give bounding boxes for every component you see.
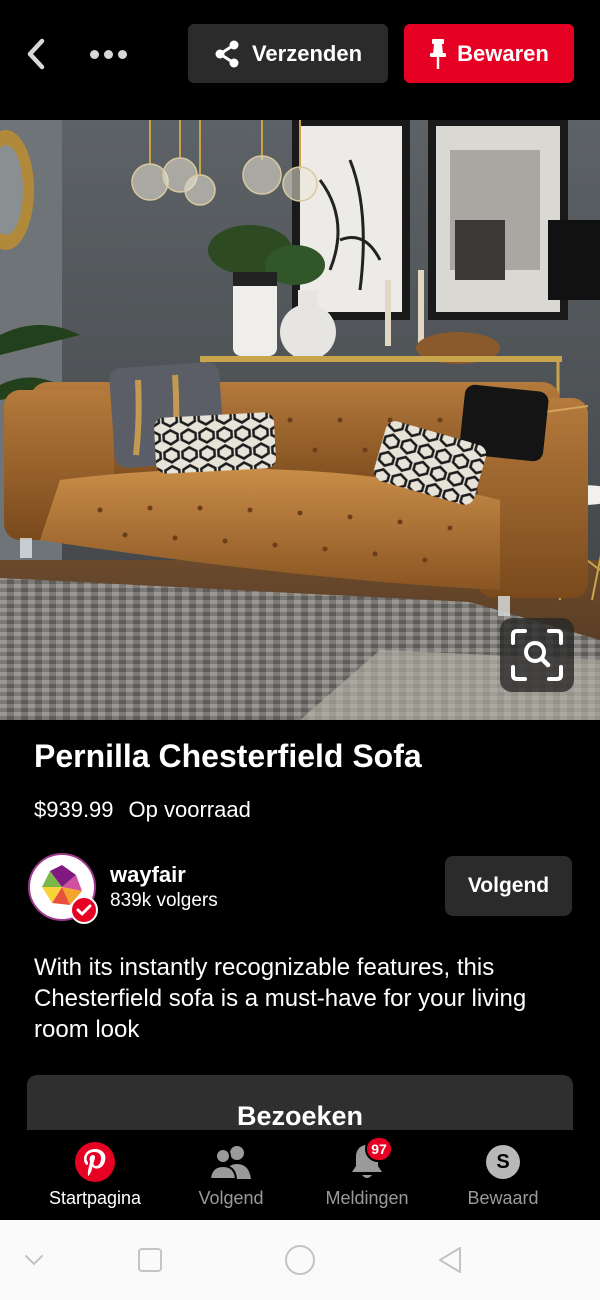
nav-saved-label: Bewaard — [467, 1188, 539, 1208]
price-row: $939.99 Op voorraad — [34, 797, 251, 823]
circle-icon — [285, 1245, 315, 1275]
stock-status: Op voorraad — [128, 797, 251, 822]
price: $939.99 — [34, 797, 114, 822]
share-icon — [215, 40, 239, 67]
pin-image[interactable] — [0, 120, 600, 720]
more-options-button[interactable] — [82, 34, 134, 74]
send-button-label: Verzenden — [251, 40, 363, 66]
creator-row: wayfair 839k volgers Volgend — [28, 852, 572, 924]
more-dot — [117, 49, 127, 59]
people-icon — [209, 1146, 251, 1180]
more-horizontal-icon — [89, 49, 99, 59]
triangle-back-icon — [439, 1247, 461, 1273]
system-back-button[interactable] — [430, 1244, 470, 1276]
send-button[interactable]: Verzenden — [188, 24, 388, 83]
system-navigation-bar — [0, 1220, 600, 1300]
visual-search-icon — [511, 629, 563, 681]
back-button[interactable] — [18, 34, 54, 74]
chevron-down-icon — [25, 1255, 43, 1266]
nav-following-label: Volgend — [198, 1188, 264, 1208]
creator-name[interactable]: wayfair — [110, 862, 186, 888]
verified-badge-icon — [70, 896, 98, 924]
more-dot — [103, 49, 113, 59]
nav-notifications[interactable]: 97 Meldingen — [299, 1130, 435, 1220]
follow-button[interactable]: Volgend — [445, 856, 572, 916]
chevron-left-icon — [27, 38, 45, 70]
top-bar: Verzenden Bewaren — [0, 0, 600, 120]
hide-nav-button[interactable] — [14, 1244, 54, 1276]
visual-search-button[interactable] — [500, 618, 574, 692]
nav-icon-wrap — [74, 1140, 116, 1184]
pin-description: With its instantly recognizable features… — [34, 954, 527, 1043]
home-button[interactable] — [280, 1244, 320, 1276]
save-button[interactable]: Bewaren — [404, 24, 574, 83]
bottom-navigation: Startpagina Volgend 97 Meldingen S Bewaa… — [0, 1130, 600, 1220]
notification-count-badge: 97 — [365, 1136, 393, 1162]
recents-button[interactable] — [130, 1244, 170, 1276]
pinterest-logo-icon — [75, 1142, 115, 1182]
nav-icon-wrap — [209, 1140, 253, 1184]
nav-following[interactable]: Volgend — [163, 1130, 299, 1220]
creator-followers: 839k volgers — [110, 890, 218, 911]
nav-home-label: Startpagina — [48, 1188, 142, 1208]
nav-saved[interactable]: S Bewaard — [435, 1130, 571, 1220]
save-button-label: Bewaren — [457, 40, 549, 66]
nav-icon-wrap: S — [486, 1140, 520, 1184]
creator-avatar[interactable] — [28, 853, 98, 924]
nav-icon-wrap: 97 — [349, 1136, 393, 1184]
nav-home[interactable]: Startpagina — [27, 1130, 163, 1220]
nav-notifications-label: Meldingen — [325, 1188, 409, 1208]
square-icon — [138, 1248, 162, 1272]
pin-icon — [430, 38, 447, 69]
profile-icon: S — [486, 1145, 520, 1179]
pin-title: Pernilla Chesterfield Sofa — [34, 738, 422, 774]
